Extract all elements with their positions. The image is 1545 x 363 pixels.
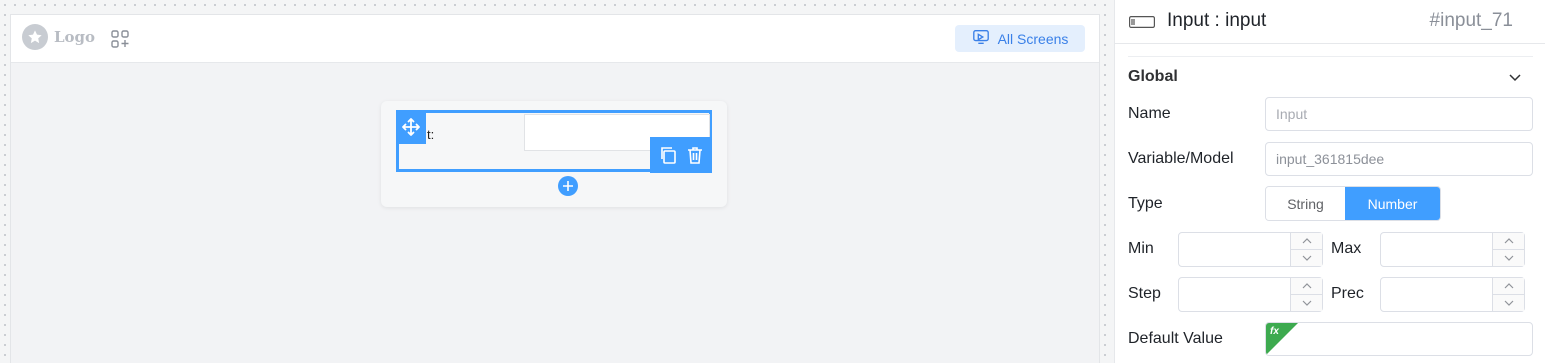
selected-input-component[interactable]: t:	[396, 110, 712, 196]
section-divider	[1128, 56, 1533, 57]
variable-label: Variable/Model	[1128, 150, 1234, 167]
default-value-label: Default Value	[1128, 330, 1223, 347]
max-input[interactable]	[1380, 232, 1525, 267]
caret-up-icon[interactable]	[1291, 278, 1322, 295]
section-title-global[interactable]: Global	[1128, 68, 1178, 86]
component-title: Input : input	[1167, 10, 1267, 31]
default-value-input[interactable]: fx	[1265, 322, 1533, 356]
type-option-string[interactable]: String	[1266, 187, 1345, 220]
component-action-bar	[650, 137, 712, 173]
step-label: Step	[1128, 285, 1161, 302]
caret-down-icon[interactable]	[1291, 250, 1322, 266]
all-screens-button[interactable]: All Screens	[955, 25, 1085, 52]
design-canvas: Logo All Screens t:	[10, 14, 1100, 363]
max-label: Max	[1331, 240, 1362, 257]
chevron-down-icon[interactable]	[1507, 69, 1523, 90]
step-input[interactable]	[1178, 277, 1323, 312]
variable-input[interactable]: input_361815dee	[1265, 142, 1533, 176]
form-container[interactable]: t:	[381, 101, 727, 207]
max-stepper	[1492, 233, 1524, 266]
fx-badge-text: fx	[1270, 326, 1279, 337]
prec-stepper	[1492, 278, 1524, 311]
min-input[interactable]	[1178, 232, 1323, 267]
move-icon[interactable]	[396, 110, 426, 144]
caret-up-icon[interactable]	[1493, 233, 1524, 250]
min-label: Min	[1128, 240, 1154, 257]
caret-down-icon[interactable]	[1493, 250, 1524, 266]
input-field-label: t:	[427, 127, 435, 142]
name-placeholder: Input	[1276, 106, 1308, 122]
caret-down-icon[interactable]	[1493, 295, 1524, 311]
plus-icon	[563, 181, 573, 191]
app-header: Logo All Screens	[11, 15, 1099, 63]
caret-up-icon[interactable]	[1493, 278, 1524, 295]
step-stepper	[1290, 278, 1322, 311]
star-icon	[22, 24, 48, 50]
name-label: Name	[1128, 105, 1171, 122]
prec-input[interactable]	[1380, 277, 1525, 312]
type-option-number[interactable]: Number	[1345, 187, 1440, 220]
variable-value: input_361815dee	[1276, 151, 1385, 167]
type-segmented-control: String Number	[1265, 186, 1441, 221]
logo: Logo	[22, 24, 95, 50]
all-screens-label: All Screens	[997, 30, 1069, 47]
logo-text: Logo	[54, 28, 96, 46]
caret-up-icon[interactable]	[1291, 233, 1322, 250]
caret-down-icon[interactable]	[1291, 295, 1322, 311]
input-component-icon	[1129, 15, 1155, 33]
monitor-icon	[972, 28, 990, 49]
copy-icon[interactable]	[658, 145, 678, 165]
add-component-button[interactable]	[558, 176, 578, 196]
prec-label: Prec	[1331, 285, 1364, 302]
apps-icon[interactable]	[110, 29, 130, 49]
panel-header: Input : input #input_71	[1115, 0, 1545, 44]
type-label: Type	[1128, 195, 1163, 212]
name-input[interactable]: Input	[1265, 97, 1533, 131]
properties-panel: Input : input #input_71 Global Name Inpu…	[1114, 0, 1545, 363]
delete-icon[interactable]	[685, 145, 705, 165]
min-stepper	[1290, 233, 1322, 266]
component-id: #input_71	[1429, 10, 1513, 31]
